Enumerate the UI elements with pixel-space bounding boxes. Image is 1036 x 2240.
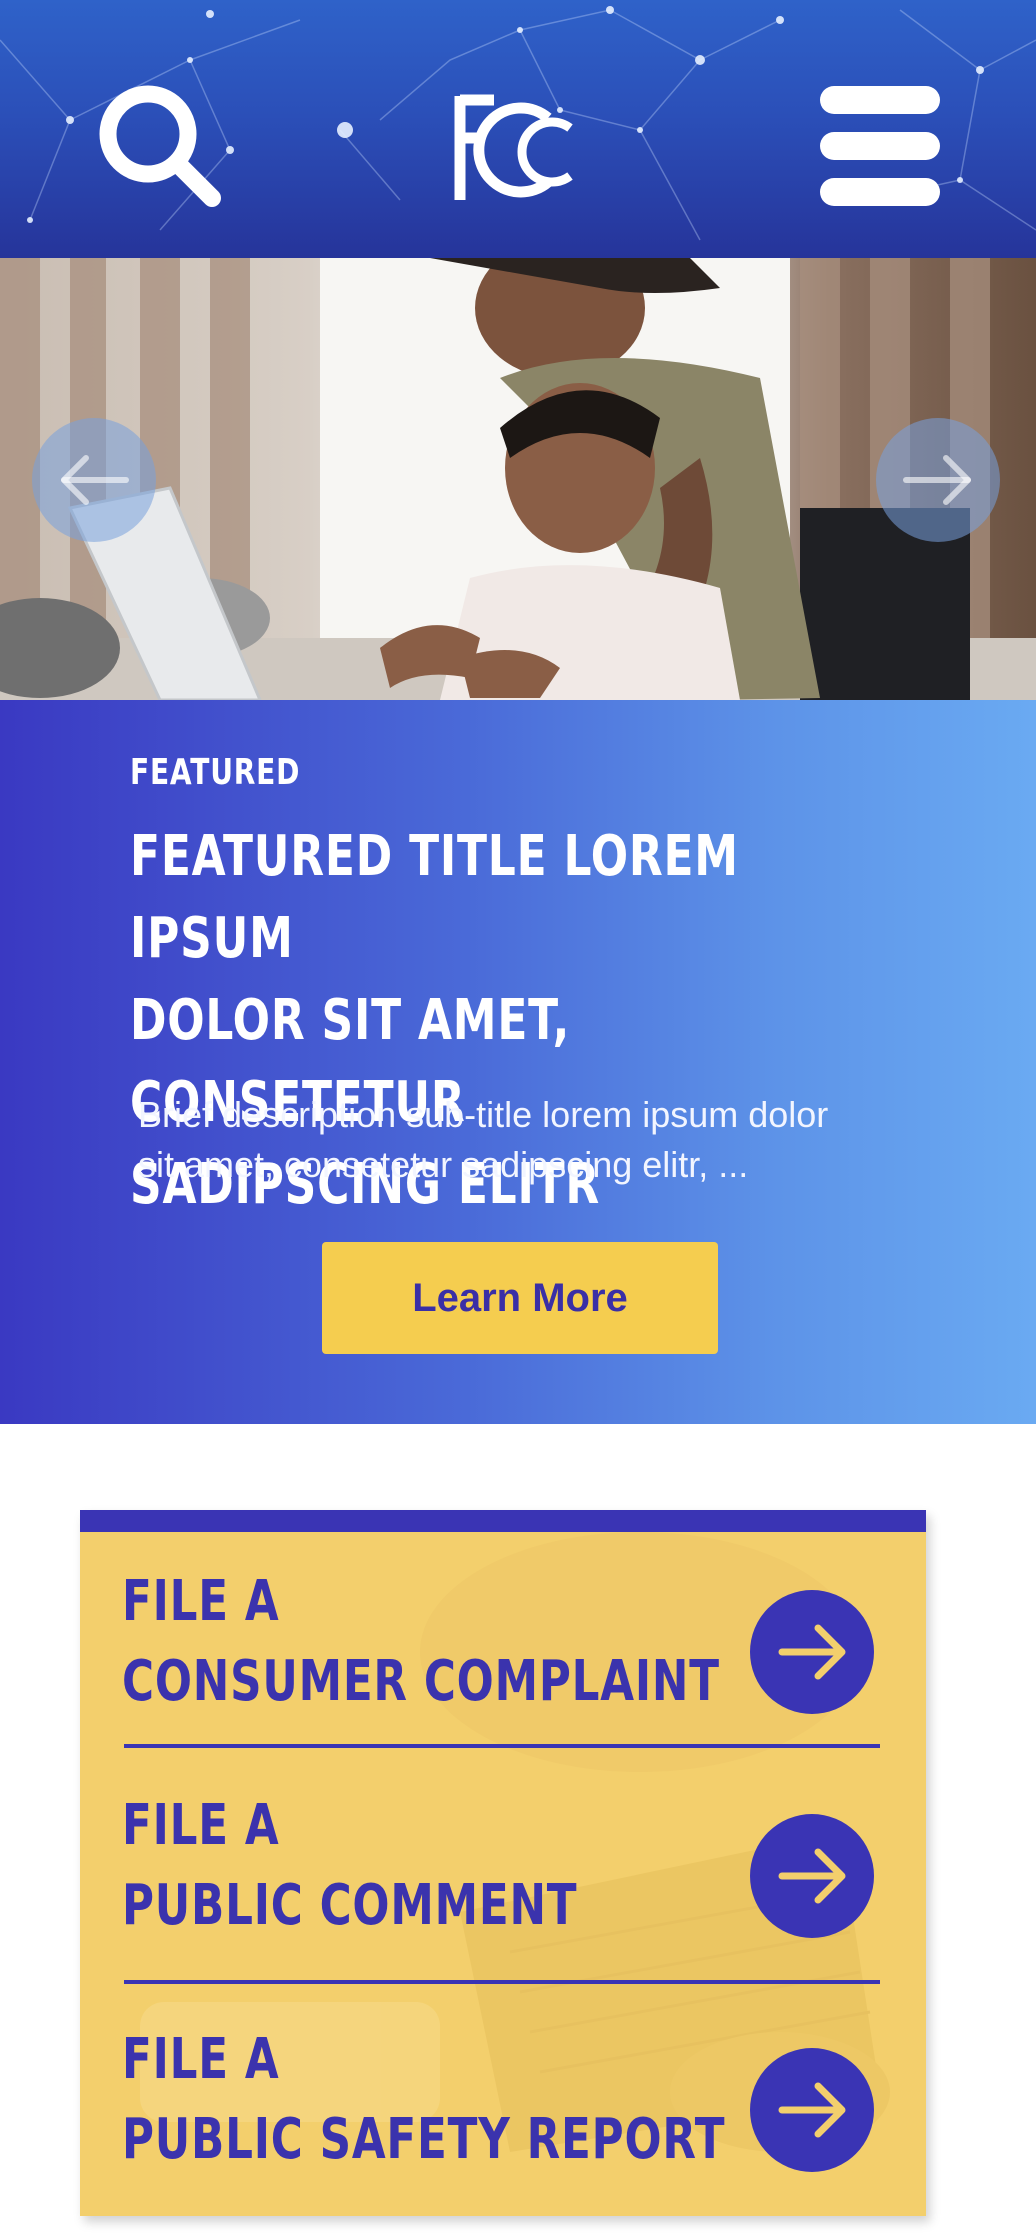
menu-bar [820,132,940,160]
carousel-prev-button[interactable] [32,418,156,542]
featured-description: Brief description sub-title lorem ipsum … [138,1090,918,1190]
action-label-line: FILE A [122,2027,280,2092]
arrow-right-icon [903,455,971,505]
fcc-logo-mark [454,94,573,200]
action-arrow-button[interactable] [750,1814,874,1938]
arrow-left-icon [61,455,129,505]
featured-title-line: FEATURED TITLE LOREM IPSUM [130,824,739,971]
action-label-line: CONSUMER COMPLAINT [122,1649,720,1714]
menu-bar [820,178,940,206]
action-label: FILE A PUBLIC COMMENT [122,1786,824,1946]
card-top-border [80,1510,926,1532]
site-header [0,0,1036,258]
action-label-line: PUBLIC COMMENT [122,1873,578,1938]
carousel-next-button[interactable] [876,418,1000,542]
arrow-right-icon [778,1848,846,1904]
action-label-line: FILE A [122,1793,280,1858]
featured-description-line: sit amet, consetetur sadipscing elitr, .… [138,1144,749,1185]
fcc-logo[interactable] [450,88,590,208]
action-label: FILE A CONSUMER COMPLAINT [122,1562,824,1722]
quick-actions-card: FILE A CONSUMER COMPLAINT FILE A PUBLIC … [80,1510,926,2216]
featured-kicker: FEATURED [130,752,301,793]
action-arrow-button[interactable] [750,2048,874,2172]
action-label-line: FILE A [122,1569,280,1634]
hero-carousel [0,258,1036,700]
action-arrow-button[interactable] [750,1590,874,1714]
learn-more-button[interactable]: Learn More [322,1242,718,1354]
search-button[interactable] [92,78,222,208]
action-label: FILE A PUBLIC SAFETY REPORT [122,2020,824,2180]
arrow-right-icon [778,2082,846,2138]
menu-button[interactable] [818,84,942,208]
divider [124,1980,880,1984]
action-label-line: PUBLIC SAFETY REPORT [122,2107,726,2172]
menu-bar [820,86,940,114]
arrow-right-icon [778,1624,846,1680]
divider [124,1744,880,1748]
search-icon [99,85,221,207]
featured-description-line: Brief description sub-title lorem ipsum … [138,1094,829,1135]
